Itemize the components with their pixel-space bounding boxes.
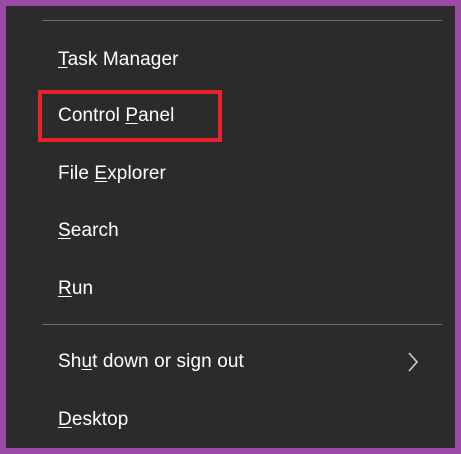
menu-item-label: Search: [58, 220, 119, 241]
menu-item-file-explorer[interactable]: File Explorer: [42, 154, 442, 194]
menu-item-control-panel[interactable]: Control Panel: [42, 96, 442, 136]
menu-item-search[interactable]: Search: [42, 211, 442, 251]
chevron-right-icon: [408, 352, 419, 372]
menu-item-run[interactable]: Run: [42, 269, 442, 309]
menu-item-label: Run: [58, 278, 94, 299]
menu-item-label: File Explorer: [58, 163, 166, 184]
menu-item-shut-down-or-sign-out[interactable]: Shut down or sign out: [42, 342, 442, 382]
menu-item-task-manager[interactable]: Task Manager: [42, 40, 442, 80]
menu-item-label: Task Manager: [58, 49, 179, 70]
separator: [42, 324, 442, 325]
menu-item-label: Control Panel: [58, 105, 175, 126]
separator: [42, 20, 442, 21]
menu-item-label: Desktop: [58, 409, 129, 430]
menu-item-label: Shut down or sign out: [58, 351, 244, 372]
context-menu: Task Manager Control Panel File Explorer…: [6, 6, 455, 448]
menu-item-desktop[interactable]: Desktop: [42, 400, 442, 440]
